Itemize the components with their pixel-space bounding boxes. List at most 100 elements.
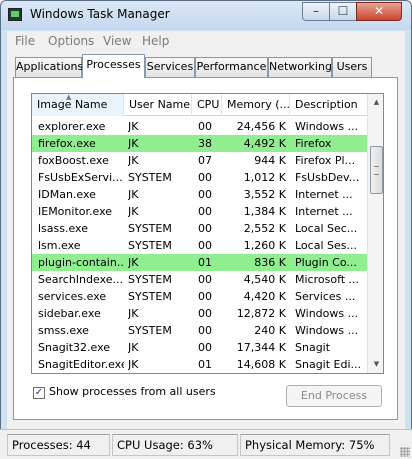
cell-image-name: lsass.exe (38, 222, 88, 235)
table-row[interactable]: SnagitEditor.exe JK 01 14,608 K Snagit Edi..… (32, 356, 367, 373)
resize-grip-icon[interactable] (400, 447, 410, 457)
cell-image-name: IEMonitor.exe (38, 205, 113, 218)
scroll-thumb[interactable] (370, 146, 383, 194)
table-row[interactable]: IEMonitor.exe JK 00 1,384 K Internet ... (32, 203, 367, 220)
scroll-up-icon[interactable]: ▲ (368, 94, 383, 111)
table-row[interactable]: FsUsbExServi... SYSTEM 00 1,012 K FsUsbDev..… (32, 169, 367, 186)
cell-user-name: JK (128, 188, 139, 201)
tab-networking[interactable]: Networking (268, 57, 332, 77)
cell-cpu: 00 (198, 205, 212, 218)
cell-cpu: 38 (198, 137, 212, 150)
cell-cpu: 00 (198, 120, 212, 133)
process-list[interactable]: ▲ Image Name User Name CPU Memory (... D… (31, 93, 384, 374)
task-manager-icon (8, 8, 22, 21)
table-row[interactable]: services.exe SYSTEM 00 4,420 K Services ... (32, 288, 367, 305)
cell-memory: 3,552 K (243, 188, 286, 201)
cell-image-name: SearchIndexe... (38, 273, 123, 286)
status-bar: Processes: 44 CPU Usage: 63% Physical Me… (0, 429, 412, 459)
tab-processes[interactable]: Processes (82, 54, 145, 78)
cell-user-name: JK (128, 154, 139, 167)
column-description[interactable]: Description (290, 94, 367, 116)
cell-description: Windows ... (295, 324, 359, 337)
close-button[interactable]: ✕ (356, 2, 402, 21)
table-row[interactable]: plugin-contain... JK 01 836 K Plugin Co... (32, 254, 367, 271)
cell-cpu: 00 (198, 341, 212, 354)
cell-cpu: 01 (198, 358, 212, 371)
minimize-button[interactable]: – (302, 2, 330, 21)
cell-cpu: 00 (198, 273, 212, 286)
cell-cpu: 00 (198, 239, 212, 252)
cell-cpu: 00 (198, 222, 212, 235)
cell-memory: 944 K (254, 154, 286, 167)
cell-memory: 4,540 K (243, 273, 286, 286)
cell-description: Microsoft ... (295, 273, 360, 286)
cell-cpu: 00 (198, 171, 212, 184)
table-row[interactable]: SearchIndexe... SYSTEM 00 4,540 K Microsoft … (32, 271, 367, 288)
table-row[interactable]: Snagit32.exe JK 00 17,344 K Snagit (32, 339, 367, 356)
cell-image-name: lsm.exe (38, 239, 81, 252)
menu-help[interactable]: Help (142, 34, 169, 48)
cell-cpu: 07 (198, 154, 212, 167)
cell-description: Local Ses... (295, 239, 357, 252)
cell-image-name: FsUsbExServi... (38, 171, 123, 184)
table-row[interactable]: smss.exe SYSTEM 00 240 K Windows ... (32, 322, 367, 339)
cell-memory: 1,384 K (243, 205, 286, 218)
sort-ascending-icon: ▲ (66, 94, 72, 101)
column-image-name[interactable]: ▲ Image Name (32, 94, 124, 116)
end-process-button[interactable]: End Process (286, 385, 382, 407)
vertical-scrollbar[interactable]: ▲ ▼ (367, 94, 383, 373)
tab-services[interactable]: Services (145, 57, 195, 77)
cell-memory: 14,608 K (236, 358, 286, 371)
menu-view[interactable]: View (103, 34, 131, 48)
cell-memory: 4,420 K (243, 290, 286, 303)
cell-user-name: JK (128, 256, 139, 269)
cell-user-name: JK (128, 341, 139, 354)
cell-image-name: sidebar.exe (38, 307, 101, 320)
tab-performance[interactable]: Performance (195, 57, 268, 77)
menu-options[interactable]: Options (48, 34, 94, 48)
maximize-button[interactable]: ☐ (329, 2, 357, 21)
cell-user-name: JK (128, 307, 139, 320)
cell-user-name: SYSTEM (128, 290, 172, 303)
cell-cpu: 00 (198, 307, 212, 320)
table-row[interactable]: explorer.exe JK 00 24,456 K Windows ... (32, 118, 367, 135)
status-physical-memory: Physical Memory: 75% (240, 434, 390, 456)
cell-description: Firefox (295, 137, 332, 150)
cell-description: Firefox Pl... (295, 154, 356, 167)
table-row[interactable]: IDMan.exe JK 00 3,552 K Internet ... (32, 186, 367, 203)
cell-user-name: JK (128, 120, 139, 133)
table-row[interactable]: lsm.exe SYSTEM 00 1,260 K Local Ses... (32, 237, 367, 254)
table-row[interactable]: foxBoost.exe JK 07 944 K Firefox Pl... (32, 152, 367, 169)
cell-description: Services ... (295, 290, 356, 303)
cell-cpu: 00 (198, 290, 212, 303)
cell-image-name: smss.exe (38, 324, 89, 337)
column-user-name[interactable]: User Name (124, 94, 192, 116)
cell-user-name: SYSTEM (128, 324, 172, 337)
cell-memory: 1,260 K (243, 239, 286, 252)
title-bar[interactable]: Windows Task Manager – ☐ ✕ (1, 1, 411, 30)
cell-user-name: JK (128, 205, 139, 218)
cell-image-name: Snagit32.exe (38, 341, 111, 354)
cell-memory: 2,552 K (243, 222, 286, 235)
tab-users[interactable]: Users (332, 57, 372, 77)
show-all-users-checkbox[interactable]: ✓ (33, 387, 45, 399)
cell-memory: 12,872 K (236, 307, 286, 320)
cell-memory: 24,456 K (236, 120, 286, 133)
menu-file[interactable]: File (15, 34, 35, 48)
cell-cpu: 01 (198, 256, 212, 269)
cell-memory: 240 K (254, 324, 286, 337)
cell-description: Internet ... (295, 205, 353, 218)
cell-image-name: foxBoost.exe (38, 154, 109, 167)
tab-applications[interactable]: Applications (15, 57, 83, 77)
cell-memory: 836 K (254, 256, 286, 269)
cell-cpu: 00 (198, 324, 212, 337)
cell-cpu: 00 (198, 188, 212, 201)
status-cpu-usage: CPU Usage: 63% (112, 434, 238, 456)
column-cpu[interactable]: CPU (192, 94, 222, 116)
cell-image-name: firefox.exe (38, 137, 96, 150)
table-row[interactable]: firefox.exe JK 38 4,492 K Firefox (32, 135, 367, 152)
column-memory[interactable]: Memory (... (222, 94, 290, 116)
scroll-down-icon[interactable]: ▼ (368, 356, 383, 373)
table-row[interactable]: lsass.exe SYSTEM 00 2,552 K Local Sec... (32, 220, 367, 237)
table-row[interactable]: sidebar.exe JK 00 12,872 K Windows ... (32, 305, 367, 322)
